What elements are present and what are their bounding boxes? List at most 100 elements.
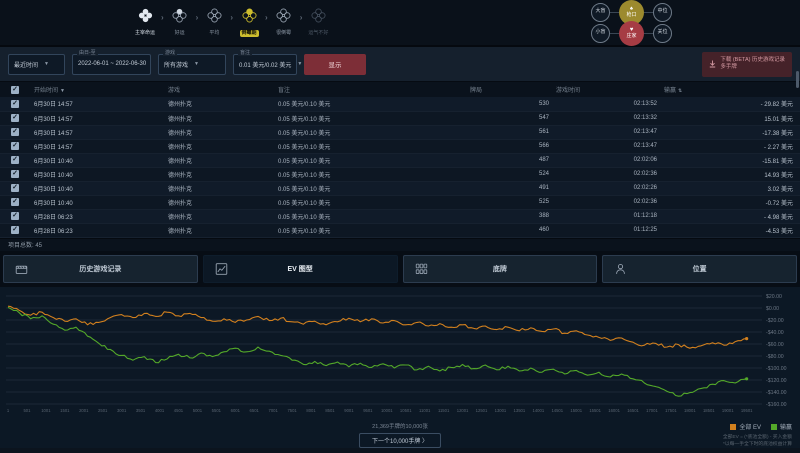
winnings-cell: 14.93 美元	[662, 167, 800, 181]
person-icon	[614, 262, 627, 275]
column-header-3[interactable]: 盲注	[276, 82, 468, 97]
show-button[interactable]: 显示	[304, 54, 366, 75]
clover-icon	[242, 8, 257, 28]
grid-icon	[415, 262, 428, 275]
hands-cell: 561	[468, 125, 554, 139]
start-time-cell: 6月30日 10:40	[26, 167, 166, 181]
row-checkbox[interactable]: ✓	[11, 100, 19, 108]
column-header-4[interactable]: 牌局	[468, 82, 554, 97]
tab-底牌[interactable]: 底牌	[403, 255, 598, 283]
hands-cell: 524	[468, 167, 554, 181]
tab-label: 位置	[693, 264, 707, 274]
tab-label: 历史游戏记录	[79, 264, 121, 274]
x-axis-tick: 11501	[438, 408, 450, 413]
x-axis-tick: 17501	[665, 408, 677, 413]
row-checkbox[interactable]: ✓	[11, 156, 19, 164]
hands-cell: 491	[468, 181, 554, 195]
table-row[interactable]: ✓6月30日 14:57德州扑克0.05 美元/0.10 美元53002:13:…	[0, 97, 800, 111]
table-row[interactable]: ✓6月28日 06:23德州扑克0.05 美元/0.10 美元46001:12:…	[0, 223, 800, 237]
table-row[interactable]: ✓6月30日 14:57德州扑克0.05 美元/0.10 美元56102:13:…	[0, 125, 800, 139]
seat-中位[interactable]: 中位	[653, 3, 672, 22]
row-checkbox[interactable]: ✓	[11, 184, 19, 192]
column-header-5[interactable]: 游戏时间	[554, 82, 662, 97]
row-checkbox[interactable]: ✓	[11, 226, 19, 234]
table-row[interactable]: ✓6月30日 10:40德州扑克0.05 美元/0.10 美元49102:02:…	[0, 181, 800, 195]
x-axis-tick: 9501	[363, 408, 373, 413]
table-row[interactable]: ✓6月30日 14:57德州扑克0.05 美元/0.10 美元56602:13:…	[0, 139, 800, 153]
tab-ev-图型[interactable]: EV 图型	[203, 255, 398, 283]
x-axis-tick: 7501	[287, 408, 297, 413]
luck-step-2[interactable]: 好运	[165, 8, 195, 37]
date-range-field[interactable]: 由日-至 2022-06-01 ~ 2022-06-30	[72, 54, 151, 75]
row-checkbox[interactable]: ✓	[11, 170, 19, 178]
x-axis-tick: 17001	[646, 408, 658, 413]
column-header-label: 游戏时间	[556, 88, 580, 94]
luck-step-label: 好运	[175, 30, 185, 37]
luck-step-4[interactable]: 倒霉期	[234, 8, 264, 37]
table-row[interactable]: ✓6月28日 06:23德州扑克0.05 美元/0.10 美元38801:12:…	[0, 209, 800, 223]
legend-label: 全部 EV	[739, 425, 761, 431]
series-endpoint	[745, 337, 748, 340]
seat-庄家[interactable]: ♥庄家	[619, 21, 644, 46]
select-all-checkbox[interactable]: ✓	[11, 86, 19, 94]
luck-step-label: 运气不好	[308, 30, 328, 37]
x-axis-tick: 4001	[155, 408, 165, 413]
tab-历史游戏记录[interactable]: 历史游戏记录	[3, 255, 198, 283]
table-header-row: ✓ 开始时间▼游戏盲注牌局游戏时间 输赢⇅	[0, 82, 800, 97]
y-axis-tick: -$20.00	[766, 317, 784, 323]
winnings-cell: -15.81 美元	[662, 153, 800, 167]
seat-大盲[interactable]: 大盲	[591, 3, 610, 22]
stakes-cell: 0.05 美元/0.10 美元	[276, 153, 468, 167]
table-row[interactable]: ✓6月30日 14:57德州扑克0.05 美元/0.10 美元54702:13:…	[0, 111, 800, 125]
clover-icon	[207, 8, 222, 28]
duration-cell: 02:02:06	[554, 153, 662, 167]
tab-位置[interactable]: 位置	[602, 255, 797, 283]
seat-小盲[interactable]: 小盲	[591, 24, 610, 43]
time-range-select[interactable]: 最近时间 ▼	[8, 54, 65, 75]
column-header-1[interactable]: 开始时间▼	[26, 82, 166, 97]
column-header-2[interactable]: 游戏	[166, 82, 276, 97]
winnings-cell: -17.38 美元	[662, 125, 800, 139]
duration-cell: 02:02:26	[554, 181, 662, 195]
y-axis-tick: -$40.00	[766, 329, 784, 335]
luck-step-5[interactable]: 很倒霉	[269, 8, 299, 37]
luck-step-3[interactable]: 平均	[199, 8, 229, 37]
row-checkbox[interactable]: ✓	[11, 212, 19, 220]
column-header-6[interactable]: 输赢⇅	[662, 82, 800, 97]
chevron-down-icon: ▼	[194, 61, 199, 67]
next-hands-button[interactable]: 下一个10,000手牌 〉	[359, 433, 441, 448]
x-axis-tick: 6001	[231, 408, 241, 413]
column-header-label: 输赢	[664, 88, 676, 94]
x-axis-tick: 12501	[476, 408, 488, 413]
y-axis-tick: $20.00	[766, 293, 782, 299]
table-row[interactable]: ✓6月30日 10:40德州扑克0.05 美元/0.10 美元48702:02:…	[0, 153, 800, 167]
game-select[interactable]: 游戏 所有游戏 ▼	[158, 54, 226, 75]
stakes-cell: 0.05 美元/0.10 美元	[276, 181, 468, 195]
luck-step-1[interactable]: 主宰命运	[130, 8, 160, 37]
x-axis-tick: 19001	[722, 408, 734, 413]
x-axis-tick: 2001	[79, 408, 89, 413]
luck-step-6[interactable]: 运气不好	[303, 8, 333, 37]
top-nav: 主宰命运›好运›平均›倒霉期›很倒霉›运气不好 大盲♠枪口中位小盲♥庄家关位	[0, 0, 800, 47]
stakes-select[interactable]: 盲注 0.01 美元/0.02 美元 ▼	[233, 54, 297, 75]
table-row[interactable]: ✓6月30日 10:40德州扑克0.05 美元/0.10 美元52402:02:…	[0, 167, 800, 181]
seat-label: 大盲	[595, 9, 605, 15]
download-button[interactable]: 下载 (BETA) 历史游戏记录多手牌	[702, 52, 792, 77]
chart-footer: 21,369手牌的10,000张 下一个10,000手牌 〉 全部 EV输赢 全…	[0, 421, 800, 453]
x-axis-tick: 16501	[627, 408, 639, 413]
x-axis-tick: 15501	[589, 408, 601, 413]
table-row[interactable]: ✓6月30日 10:40德州扑克0.05 美元/0.10 美元52502:02:…	[0, 195, 800, 209]
row-checkbox[interactable]: ✓	[11, 114, 19, 122]
hands-cell: 566	[468, 139, 554, 153]
row-checkbox[interactable]: ✓	[11, 128, 19, 136]
row-checkbox[interactable]: ✓	[11, 198, 19, 206]
x-axis-tick: 12001	[457, 408, 469, 413]
scrollbar-thumb[interactable]	[796, 71, 799, 88]
flow-arrow-icon: ›	[161, 13, 164, 22]
hands-cell: 460	[468, 223, 554, 237]
duration-cell: 02:13:32	[554, 111, 662, 125]
duration-cell: 02:02:36	[554, 167, 662, 181]
row-checkbox[interactable]: ✓	[11, 142, 19, 150]
x-axis-tick: 18501	[703, 408, 715, 413]
seat-关位[interactable]: 关位	[653, 24, 672, 43]
